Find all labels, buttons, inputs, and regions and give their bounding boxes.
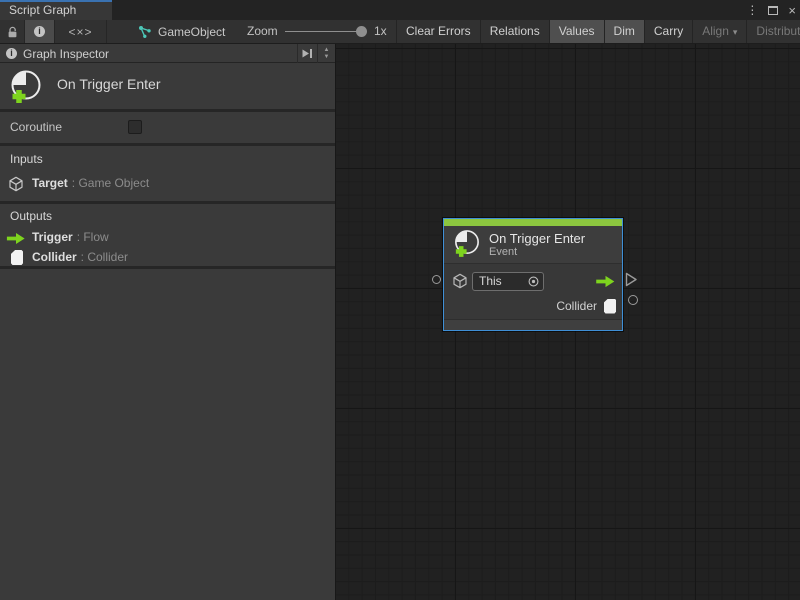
outputs-heading: Outputs [10,209,52,223]
coroutine-checkbox[interactable] [128,120,142,134]
align-dropdown[interactable]: Align ▾ [692,20,746,43]
section-divider [0,266,335,269]
input-port-row: Target: Game Object [0,174,335,194]
inputs-section: Inputs Target: Game Object [0,146,335,201]
document-icon [11,250,23,265]
lock-button[interactable] [0,20,25,43]
window-controls: ⋮ × [746,0,796,20]
info-icon: i [34,26,45,37]
button-label: Align [702,24,729,38]
spinner-down-icon: ▼ [324,54,330,61]
flow-arrow-icon [595,275,616,288]
node-flow-output-port[interactable] [625,272,638,287]
view-source-button[interactable]: <×> [55,20,107,43]
node-collider-row: Collider [444,294,622,318]
graph-canvas[interactable]: On Trigger Enter Event This [336,44,800,600]
zoom-label: Zoom [247,20,278,43]
graph-inspector-header: i Graph Inspector ▲ ▼ [0,44,335,63]
node-input-port[interactable] [432,275,441,284]
node-subtitle: Event [489,246,585,259]
dim-toggle[interactable]: Dim [604,20,644,43]
node-data-output-port[interactable] [628,295,638,305]
node-header: On Trigger Enter Event [444,226,622,263]
coroutine-label: Coroutine [10,120,62,134]
dock-right-icon [301,47,313,60]
button-label: Distribute [756,24,800,38]
toolbar-button-group: Clear Errors Relations Values Dim Carry … [396,20,800,43]
spinner-up-icon: ▲ [324,47,330,54]
button-label: Values [559,24,595,38]
panel-scroll-spinner[interactable]: ▲ ▼ [317,44,335,63]
node-titles: On Trigger Enter Event [489,231,585,259]
object-picker-icon[interactable] [528,276,539,287]
graph-icon [138,25,152,39]
tab-script-graph[interactable]: Script Graph [0,0,112,20]
zoom-slider-knob[interactable] [356,26,367,37]
unit-title: On Trigger Enter [57,76,161,92]
panel-title: Graph Inspector [23,47,109,61]
tab-label: Script Graph [9,3,76,17]
port-type: : Collider [81,250,128,264]
chevron-down-icon: ▾ [733,27,738,37]
graph-target-chip[interactable]: GameObject [138,20,225,43]
clear-errors-button[interactable]: Clear Errors [396,20,480,43]
info-icon: i [6,48,17,59]
collider-port-label: Collider [556,299,597,313]
button-label: Clear Errors [406,24,471,38]
button-label: Relations [490,24,540,38]
node-body: This Collider [444,263,622,319]
output-port-row: Collider: Collider [0,248,335,268]
code-icon: <×> [68,25,92,39]
cube-icon [452,273,468,289]
port-type: : Game Object [72,176,149,190]
unit-title-section: On Trigger Enter [0,63,335,109]
target-object-field[interactable]: This [472,272,544,291]
port-type: : Flow [77,230,109,244]
outputs-section: Outputs Trigger: Flow Collider: Collider [0,204,335,266]
node-footer [444,319,622,330]
graph-toolbar: i <×> GameObject Zoom 1x Clear Errors Re… [0,20,800,44]
on-trigger-enter-node[interactable]: On Trigger Enter Event This [443,218,623,331]
event-unit-icon [452,228,482,261]
graph-target-label: GameObject [158,25,225,39]
button-label: Dim [614,24,635,38]
dock-panel-button[interactable] [297,44,315,63]
document-icon [604,299,616,314]
inspector-toggle-button[interactable]: i [25,20,55,43]
kebab-menu-icon[interactable]: ⋮ [746,3,758,17]
maximize-icon[interactable] [768,6,778,15]
relations-toggle[interactable]: Relations [480,20,549,43]
carry-toggle[interactable]: Carry [644,20,692,43]
node-target-row: This [444,268,622,294]
title-bar: Script Graph ⋮ × [0,0,800,20]
port-name: Trigger: Flow [32,230,109,244]
button-label: Carry [654,24,683,38]
node-title: On Trigger Enter [489,231,585,246]
zoom-slider-track[interactable] [285,31,363,32]
zoom-level-value: 1x [374,20,387,43]
values-toggle[interactable]: Values [549,20,604,43]
port-name: Collider: Collider [32,250,128,264]
output-port-row: Trigger: Flow [0,228,335,248]
unity-script-graph-window: Script Graph ⋮ × i <×> [0,0,800,600]
event-unit-icon [8,68,44,108]
coroutine-row: Coroutine [0,112,335,143]
distribute-dropdown[interactable]: Distribute▾ [746,20,800,43]
target-object-value: This [479,274,502,288]
inputs-heading: Inputs [10,152,43,166]
graph-inspector-panel: i Graph Inspector ▲ ▼ On Trigger Enter [0,44,336,600]
close-icon[interactable]: × [788,3,796,18]
cube-icon [8,176,24,192]
lock-icon [7,26,18,38]
node-accent-bar [444,219,622,226]
port-name: Target: Game Object [32,176,149,190]
flow-arrow-icon [6,232,26,245]
